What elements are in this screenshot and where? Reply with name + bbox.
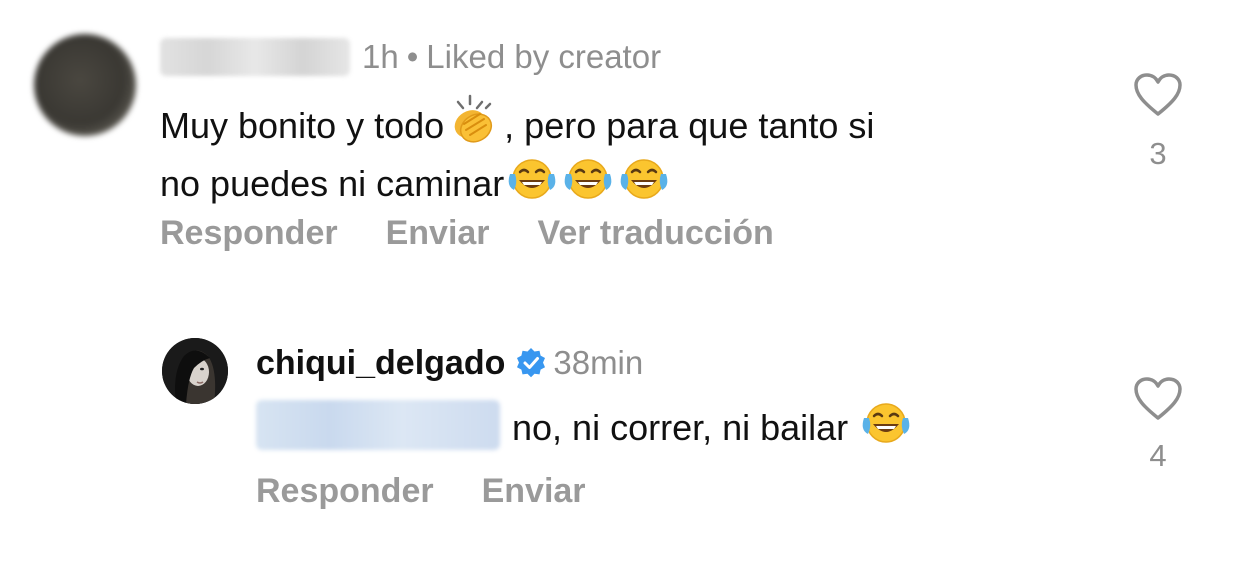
send-button[interactable]: Enviar bbox=[482, 472, 586, 510]
face-with-tears-of-joy-icon bbox=[506, 156, 558, 214]
clapping-hands-icon bbox=[446, 94, 502, 156]
reply-button[interactable]: Responder bbox=[256, 472, 434, 510]
timestamp: 1h bbox=[362, 38, 399, 75]
comment-text-part: no, ni correr, ni bailar bbox=[512, 407, 849, 448]
mention-redacted[interactable] bbox=[256, 400, 500, 450]
like-button[interactable] bbox=[1133, 72, 1183, 123]
reply-button[interactable]: Responder bbox=[160, 214, 338, 252]
comment-actions: Responder Enviar Ver traducción bbox=[160, 214, 822, 253]
comment-thread: 1h • Liked by creator Muy bonito y todo , … bbox=[0, 0, 1242, 566]
comment-text-part: no puedes ni caminar bbox=[160, 163, 505, 204]
avatar[interactable] bbox=[162, 338, 228, 404]
comment-text: no, ni correr, ni bailar bbox=[512, 400, 914, 458]
timestamp: 38min bbox=[553, 344, 644, 381]
username-redacted[interactable] bbox=[160, 38, 350, 76]
translate-button[interactable]: Ver traducción bbox=[538, 214, 774, 252]
verified-badge-icon bbox=[515, 347, 547, 388]
send-button[interactable]: Enviar bbox=[386, 214, 490, 252]
comment-text: Muy bonito y todo , pero para que tanto … bbox=[160, 94, 874, 214]
avatar[interactable] bbox=[34, 34, 136, 136]
username[interactable]: chiqui_delgado bbox=[256, 344, 505, 382]
comment-meta: 1h • Liked by creator bbox=[362, 38, 662, 75]
comment-header: chiqui_delgado 38min bbox=[256, 344, 643, 388]
face-with-tears-of-joy-icon bbox=[860, 400, 912, 458]
comment-text-part: , pero para que tanto si bbox=[504, 105, 875, 146]
face-with-tears-of-joy-icon bbox=[562, 156, 614, 214]
comment-actions: Responder Enviar bbox=[256, 472, 634, 511]
comment-text-part: Muy bonito y todo bbox=[160, 105, 445, 146]
like-button[interactable] bbox=[1133, 376, 1183, 427]
like-count: 4 bbox=[1149, 438, 1167, 473]
face-with-tears-of-joy-icon bbox=[618, 156, 670, 214]
heart-icon bbox=[1134, 377, 1182, 420]
liked-by-creator-label: Liked by creator bbox=[426, 38, 662, 75]
heart-icon bbox=[1134, 73, 1182, 116]
like-count: 3 bbox=[1149, 136, 1167, 171]
